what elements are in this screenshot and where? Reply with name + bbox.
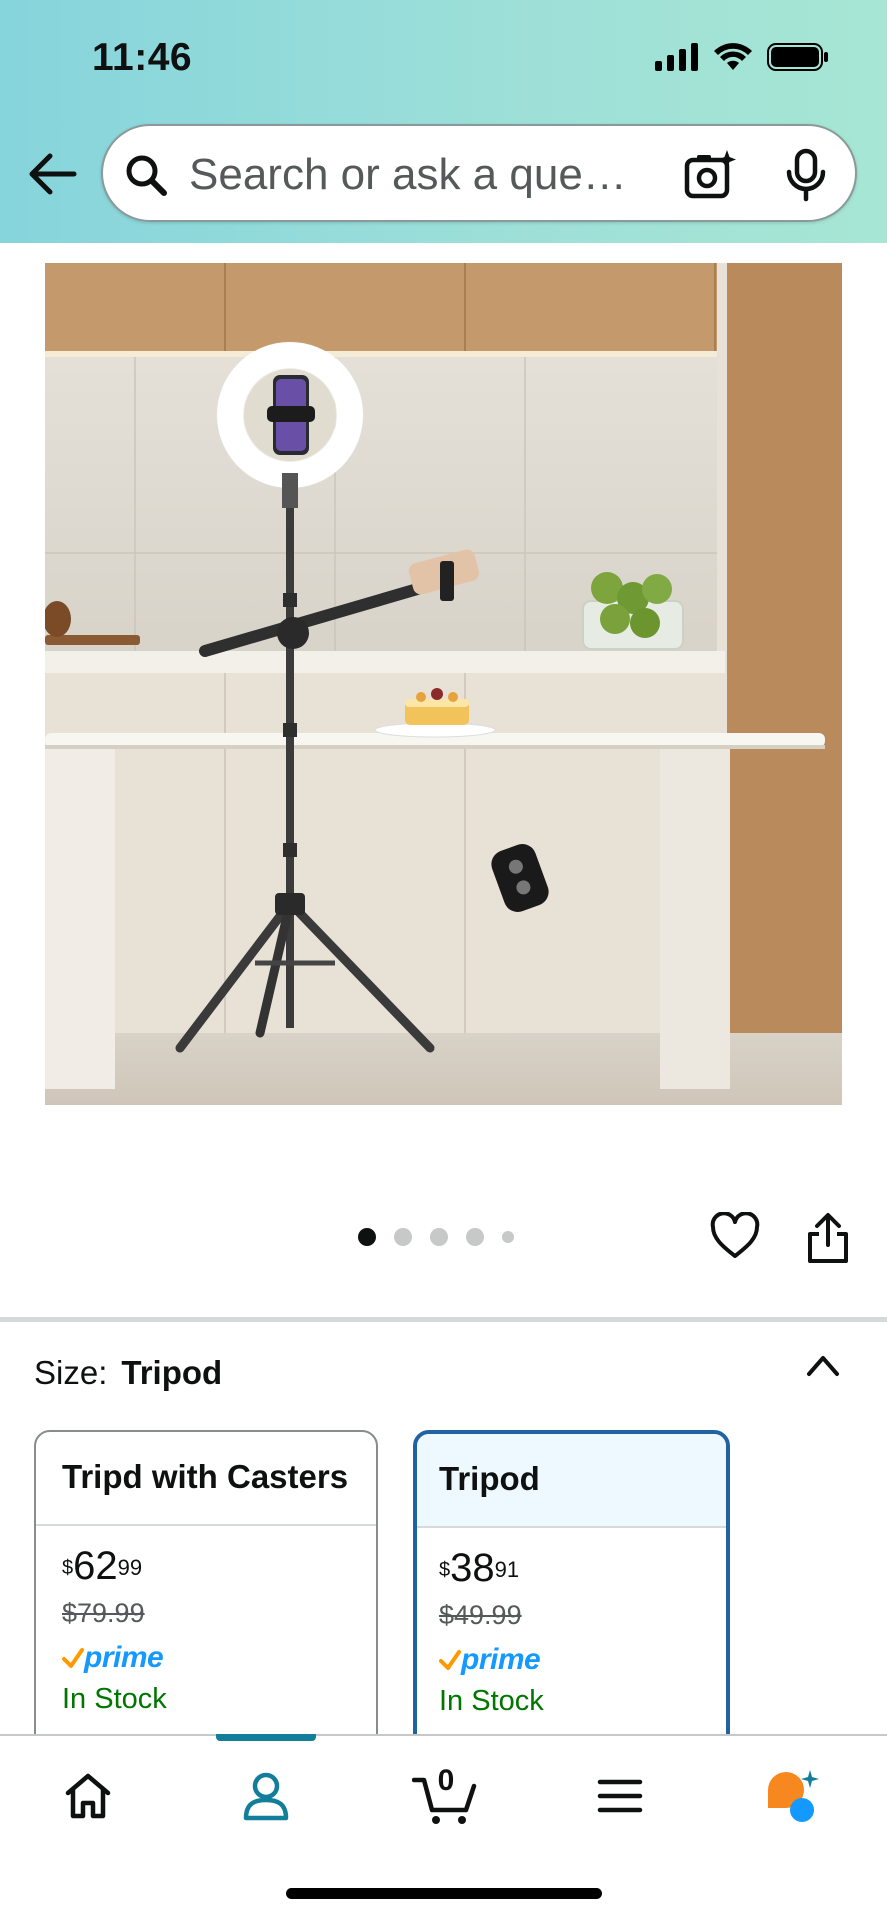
list-price: $49.99 (439, 1600, 522, 1630)
image-carousel-dots[interactable] (358, 1228, 514, 1246)
home-icon[interactable] (58, 1766, 118, 1826)
header: 11:46 Search or ask a que… (0, 0, 887, 243)
carousel-dot-1[interactable] (358, 1228, 376, 1246)
share-icon[interactable] (806, 1212, 850, 1264)
section-divider (0, 1317, 887, 1322)
size-option-card[interactable]: Tripd with Casters $6299 $79.99 prime In… (34, 1430, 378, 1760)
prime-badge: prime (62, 1641, 376, 1675)
search-input[interactable]: Search or ask a que… (101, 124, 857, 222)
list-price: $79.99 (62, 1598, 145, 1628)
price: $6299 (62, 1544, 143, 1588)
prime-check-icon (439, 1650, 461, 1670)
camera-search-icon[interactable] (683, 148, 737, 202)
price: $3891 (439, 1546, 520, 1590)
search-placeholder: Search or ask a que… (189, 150, 627, 199)
chevron-up-icon[interactable] (804, 1350, 842, 1380)
carousel-dot-4[interactable] (466, 1228, 484, 1246)
carousel-dot-5[interactable] (502, 1231, 514, 1243)
prime-badge: prime (439, 1643, 726, 1677)
size-option-card-selected[interactable]: Tripod $3891 $49.99 prime In Stock (413, 1430, 730, 1760)
prime-check-icon (62, 1648, 84, 1668)
nav-active-indicator (216, 1734, 316, 1741)
cart-icon[interactable] (412, 1766, 478, 1826)
product-image[interactable] (45, 263, 842, 1105)
menu-icon[interactable] (590, 1766, 650, 1826)
stock-status: In Stock (439, 1685, 544, 1717)
size-option-name: Tripod (417, 1434, 726, 1528)
status-icons (655, 42, 829, 72)
size-label-text: Size: (34, 1354, 108, 1391)
account-icon[interactable] (236, 1766, 296, 1826)
status-time: 11:46 (92, 36, 193, 79)
size-selected-value: Tripod (121, 1354, 223, 1391)
size-selector-label: Size: Tripod (34, 1354, 222, 1392)
search-icon (126, 155, 167, 196)
stock-status: In Stock (62, 1683, 167, 1715)
back-arrow-icon[interactable] (24, 148, 80, 200)
size-option-name: Tripd with Casters (36, 1432, 376, 1526)
signal-icon (655, 43, 698, 71)
rufus-icon[interactable] (762, 1766, 822, 1826)
wifi-icon (714, 43, 752, 70)
home-indicator (286, 1888, 602, 1899)
battery-icon (767, 43, 828, 71)
carousel-dot-3[interactable] (430, 1228, 448, 1246)
product-photo (45, 263, 842, 1105)
carousel-dot-2[interactable] (394, 1228, 412, 1246)
microphone-icon[interactable] (783, 148, 829, 202)
heart-icon[interactable] (710, 1212, 760, 1260)
